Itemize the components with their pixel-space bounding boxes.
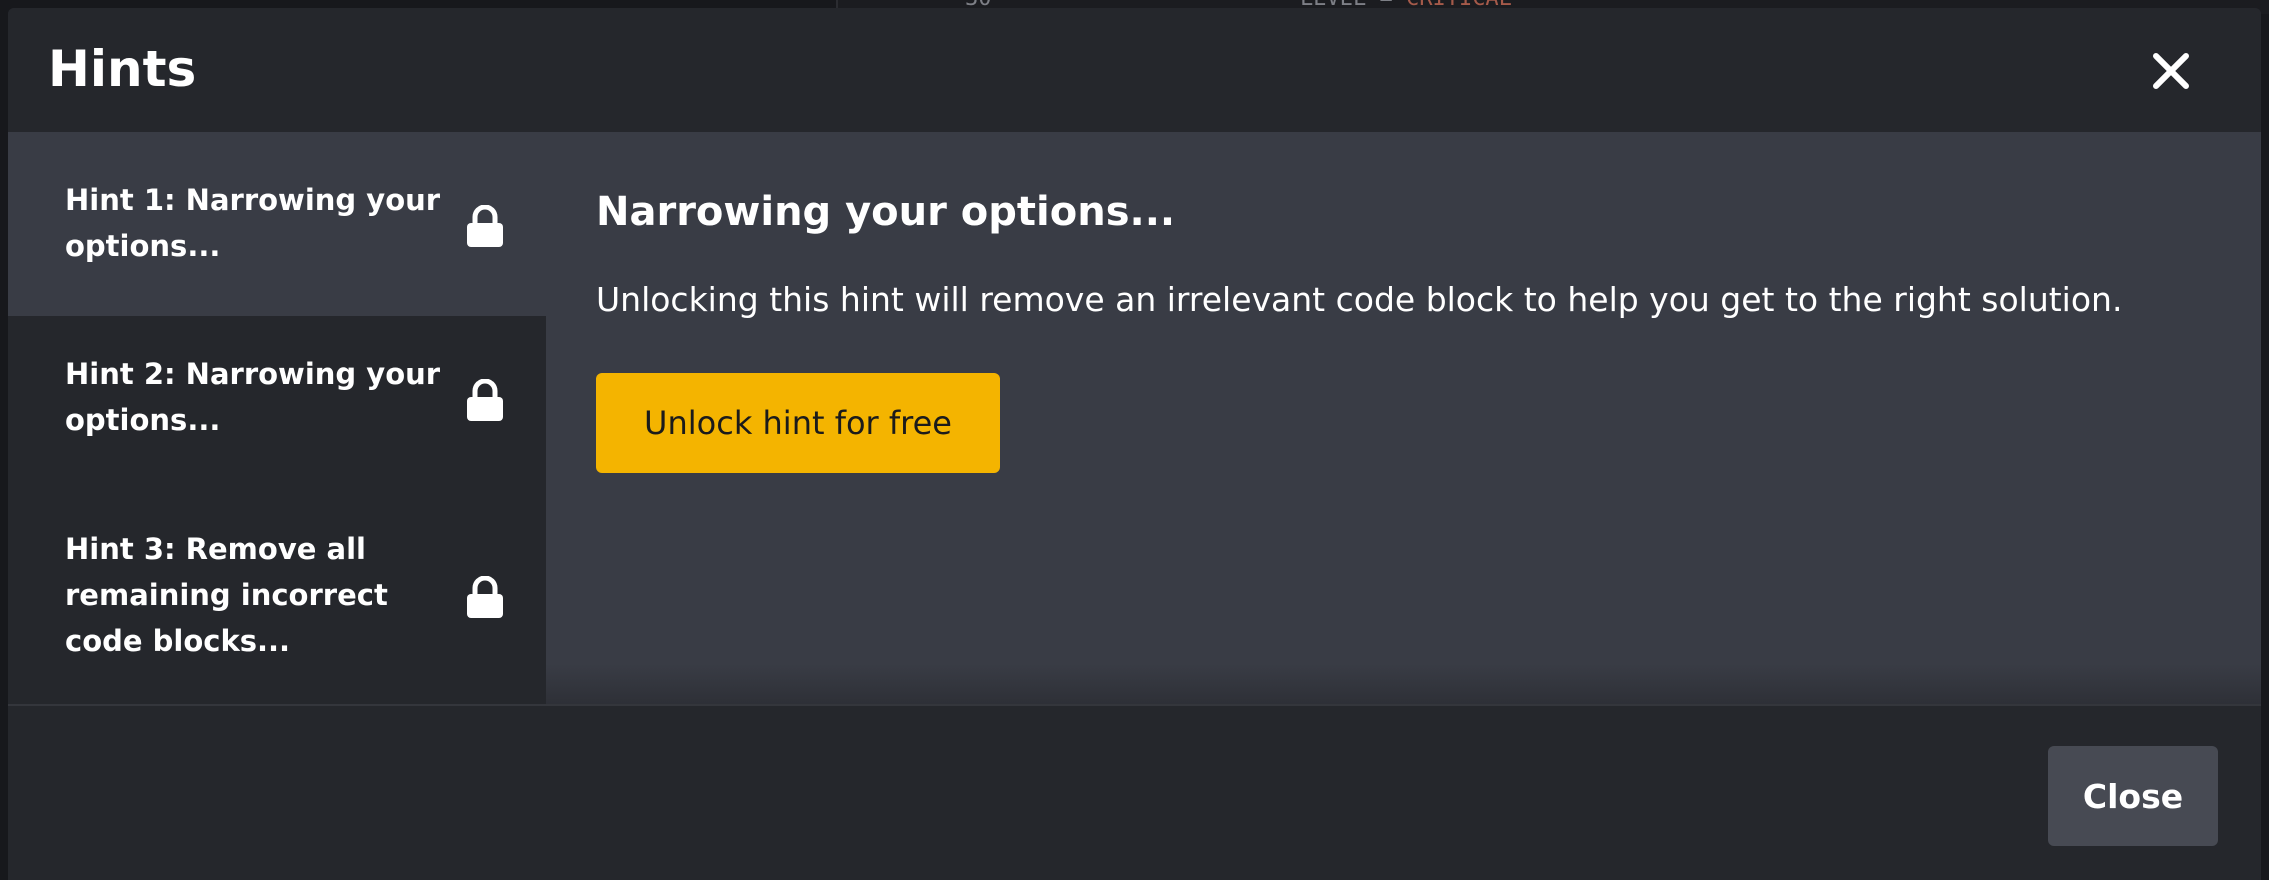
hint-tab-3[interactable]: Hint 3: Remove all remaining incorrect c…: [8, 490, 546, 704]
hint-tab-label: Hint 1: Narrowing your options...: [65, 183, 441, 263]
lock-icon: [466, 378, 504, 421]
modal-title: Hints: [48, 40, 197, 98]
hint-list: Hint 1: Narrowing your options... Hint 2…: [8, 132, 546, 704]
body-fade: [546, 664, 2261, 704]
hint-tab-label: Hint 3: Remove all remaining incorrect c…: [65, 532, 388, 658]
hint-content-panel: Narrowing your options... Unlocking this…: [596, 132, 2216, 704]
hint-title: Narrowing your options...: [596, 189, 1176, 235]
close-button[interactable]: Close: [2048, 746, 2218, 846]
lock-icon: [466, 204, 504, 247]
unlock-hint-button[interactable]: Unlock hint for free: [596, 373, 1000, 473]
hint-tab-2[interactable]: Hint 2: Narrowing your options...: [8, 316, 546, 490]
close-icon[interactable]: [2146, 46, 2196, 96]
modal-header: Hints: [8, 8, 2261, 132]
lock-icon: [466, 575, 504, 618]
hint-description: Unlocking this hint will remove an irrel…: [596, 280, 2123, 319]
hint-tab-label: Hint 2: Narrowing your options...: [65, 357, 441, 437]
modal-footer: Close: [8, 704, 2261, 880]
modal-body: Hint 1: Narrowing your options... Hint 2…: [8, 132, 2261, 704]
hint-tab-1[interactable]: Hint 1: Narrowing your options...: [8, 132, 546, 316]
hints-modal: Hints Hint 1: Narrowing your options...: [8, 8, 2261, 880]
